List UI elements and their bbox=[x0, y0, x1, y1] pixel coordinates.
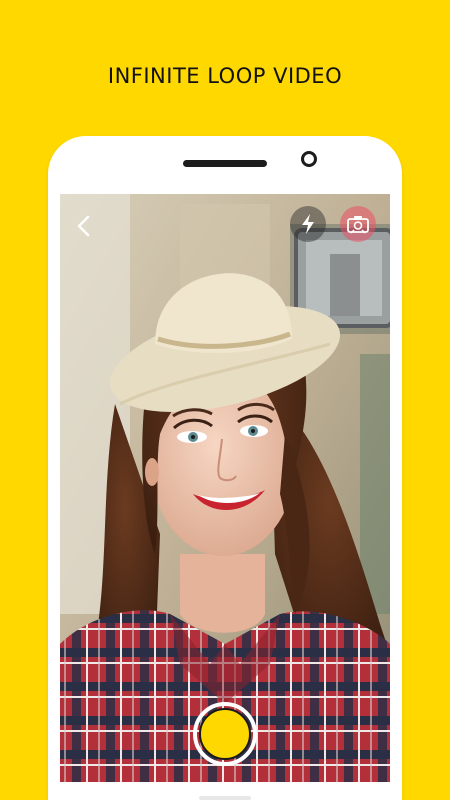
phone-frame bbox=[48, 136, 402, 800]
camera-preview-image bbox=[60, 194, 390, 782]
camera-switch-icon bbox=[347, 216, 369, 234]
promo-screen: INFINITE LOOP VIDEO bbox=[0, 0, 450, 800]
promo-headline: INFINITE LOOP VIDEO bbox=[107, 64, 343, 88]
flash-toggle-button[interactable] bbox=[290, 206, 326, 242]
record-shutter-button[interactable] bbox=[193, 702, 257, 766]
chevron-left-icon bbox=[77, 215, 90, 237]
phone-front-camera bbox=[301, 151, 317, 167]
camera-switch-button[interactable] bbox=[340, 206, 376, 242]
shutter-core bbox=[199, 708, 251, 760]
phone-speaker bbox=[183, 160, 267, 167]
phone-home-indicator bbox=[199, 796, 251, 800]
camera-screen bbox=[60, 194, 390, 782]
back-button[interactable] bbox=[66, 208, 102, 244]
flash-icon bbox=[302, 214, 314, 234]
